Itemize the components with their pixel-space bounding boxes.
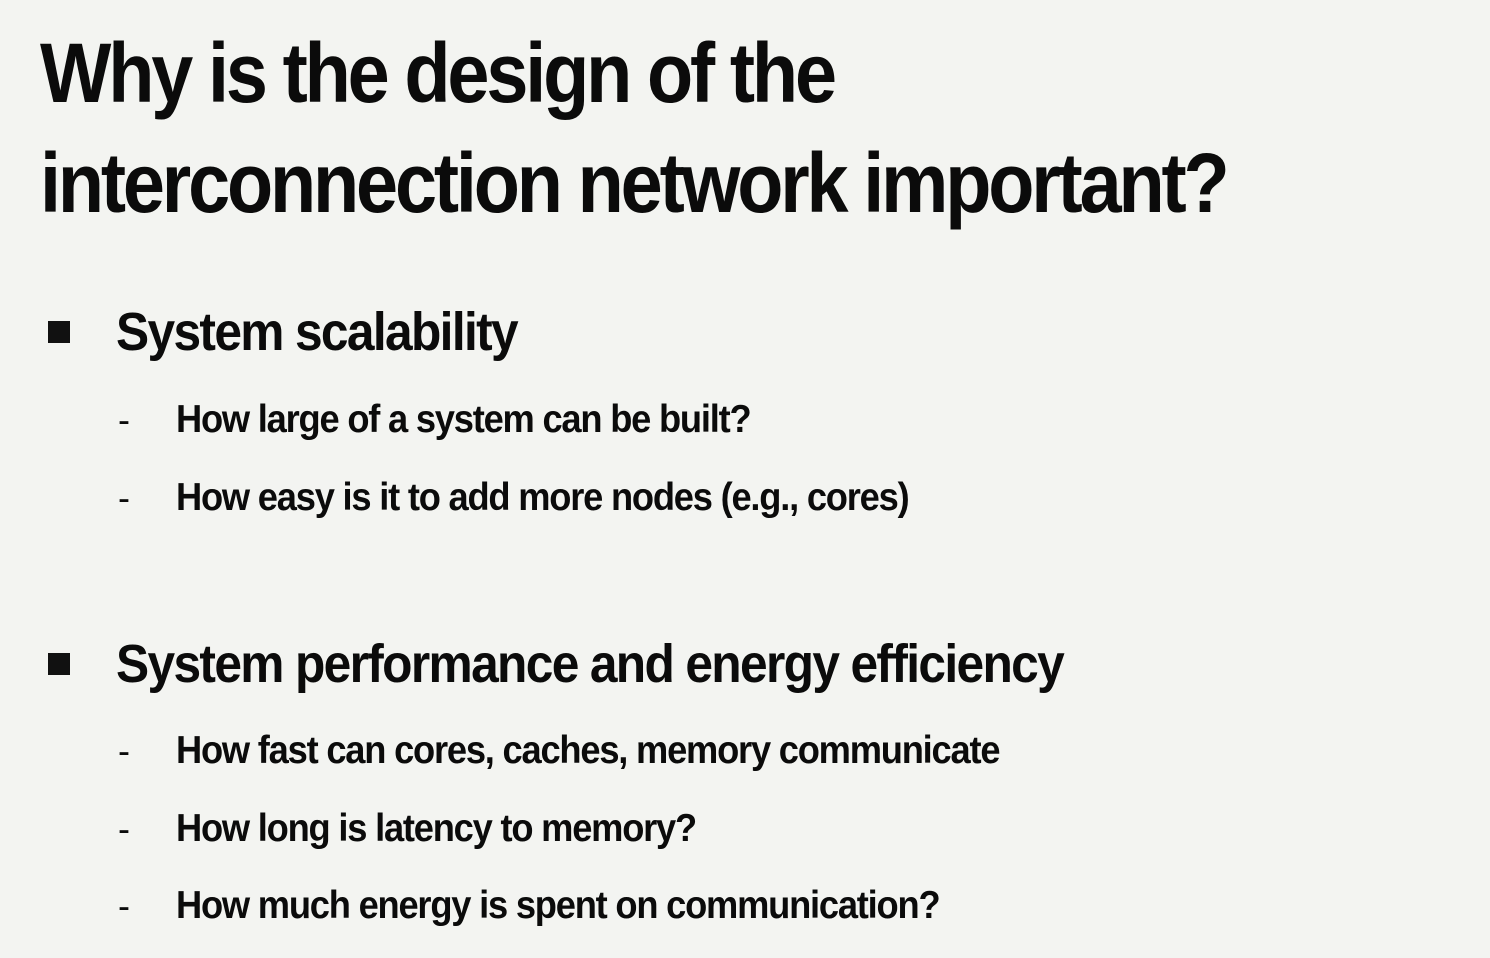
sub-item: - How large of a system can be built? bbox=[0, 396, 1490, 446]
square-bullet-icon bbox=[48, 653, 70, 675]
slide: Why is the design of the interconnection… bbox=[0, 0, 1490, 958]
section-heading: System performance and energy efficiency bbox=[116, 634, 1065, 694]
section-bullet-scalability: System scalability bbox=[0, 300, 1490, 364]
sub-item: - How fast can cores, caches, memory com… bbox=[0, 727, 1490, 777]
dash-bullet-icon: - bbox=[118, 730, 130, 771]
sub-item-text: How large of a system can be built? bbox=[176, 398, 752, 441]
dash-bullet-icon: - bbox=[118, 399, 130, 440]
sub-item: - How long is latency to memory? bbox=[0, 805, 1490, 855]
section-bullet-performance: System performance and energy efficiency bbox=[0, 632, 1490, 696]
sub-item-text: How easy is it to add more nodes (e.g., … bbox=[176, 476, 910, 519]
sub-item: - How easy is it to add more nodes (e.g.… bbox=[0, 474, 1490, 524]
dash-bullet-icon: - bbox=[118, 477, 130, 518]
dash-bullet-icon: - bbox=[118, 885, 130, 926]
sub-item-text: How fast can cores, caches, memory commu… bbox=[176, 729, 1000, 772]
sub-item-text: How long is latency to memory? bbox=[176, 807, 697, 850]
section-heading: System scalability bbox=[116, 302, 519, 362]
sub-item: - How much energy is spent on communicat… bbox=[0, 882, 1490, 932]
square-bullet-icon bbox=[48, 321, 70, 343]
slide-title: Why is the design of the interconnection… bbox=[40, 26, 1230, 230]
dash-bullet-icon: - bbox=[118, 808, 130, 849]
sub-item-text: How much energy is spent on communicatio… bbox=[176, 884, 941, 927]
